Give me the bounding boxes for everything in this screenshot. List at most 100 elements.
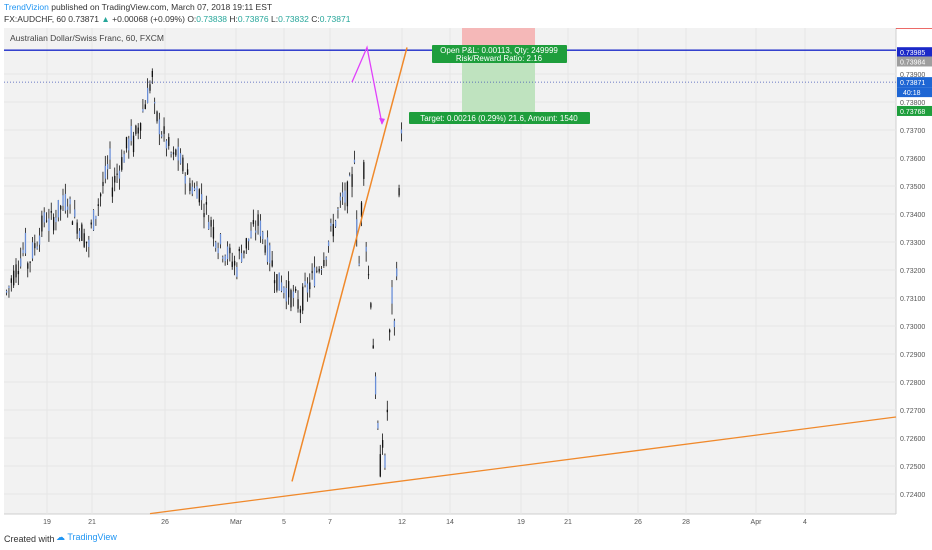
open-label: O: (187, 14, 197, 24)
candle-body (297, 299, 299, 309)
candle-body (344, 190, 346, 203)
candle-body (198, 189, 200, 203)
candle-body (13, 270, 15, 286)
time-tick-label: 28 (682, 519, 690, 526)
candle-body (217, 248, 219, 254)
candle-body (318, 268, 320, 272)
candle-body (48, 218, 50, 231)
candle-body (71, 221, 74, 225)
price-tick-label: 0.73800 (900, 100, 925, 107)
candle-body (67, 206, 69, 210)
price-tick-label: 0.72700 (900, 408, 925, 415)
candle-body (266, 237, 269, 262)
price-tick-label: 0.72600 (900, 436, 925, 443)
candle-body (280, 282, 283, 291)
candle-body (229, 247, 231, 254)
change-arrow-icon: ▲ (101, 14, 110, 24)
price-tag-label: 0.73985 (900, 50, 925, 57)
candle-body (177, 146, 179, 161)
candle-body (276, 274, 278, 291)
price-tick-label: 0.73700 (900, 128, 925, 135)
candle-body (163, 126, 165, 134)
candle-body (203, 213, 205, 218)
long-position-tool[interactable] (462, 28, 535, 112)
candle-body (332, 224, 334, 237)
candle-body (10, 278, 12, 283)
candle-body (259, 220, 262, 237)
candle-body (257, 214, 259, 226)
candle-body (15, 264, 17, 278)
price-tick-label: 0.73400 (900, 212, 925, 219)
candle-body (184, 176, 186, 184)
candle-body (123, 154, 125, 163)
candle-body (222, 257, 224, 259)
candle-body (295, 289, 297, 291)
candle-body (24, 232, 27, 254)
candle-body (241, 253, 243, 262)
price-tick-label: 0.72500 (900, 464, 925, 471)
tradingview-label: TradingView (67, 532, 117, 542)
chart-header: TrendVizion published on TradingView.com… (0, 0, 932, 28)
candle-body (100, 193, 102, 197)
candle-body (320, 269, 323, 271)
price-tick-label: 0.73100 (900, 296, 925, 303)
candle-body (43, 212, 45, 223)
candle-body (142, 109, 144, 112)
price-tick-label: 0.73300 (900, 240, 925, 247)
candle-body (313, 267, 316, 287)
candle-body (53, 216, 55, 231)
price-chart[interactable]: Australian Dollar/Swiss Franc, 60, FXCM … (0, 28, 932, 528)
candle-body (109, 148, 111, 160)
candle-body (90, 222, 92, 225)
candle-body (323, 260, 325, 266)
candle-body (290, 290, 292, 308)
candle-body (372, 345, 374, 349)
candle-body (151, 70, 153, 77)
candle-body (147, 87, 149, 103)
candle-body (379, 454, 381, 477)
candle-body (158, 119, 161, 135)
candle-body (97, 204, 99, 206)
candle-body (389, 329, 391, 333)
time-tick-label: 21 (564, 519, 572, 526)
candle-body (189, 183, 191, 191)
price-tag-label: 0.73871 (900, 80, 925, 87)
time-tick-label: 21 (88, 519, 96, 526)
candle-body (226, 246, 229, 260)
candle-body (342, 192, 344, 197)
candle-body (304, 281, 306, 286)
candle-body (165, 140, 168, 149)
candle-body (210, 220, 212, 227)
candle-body (285, 287, 287, 302)
candle-body (325, 257, 327, 260)
symbol-label[interactable]: FX:AUDCHF, 60 (4, 14, 66, 24)
candle-body (288, 281, 290, 298)
candle-body (269, 245, 271, 264)
candle-body (139, 123, 142, 131)
candle-body (367, 274, 370, 276)
candle-body (132, 135, 135, 153)
candle-body (264, 245, 266, 253)
change-value: +0.00068 (+0.09%) (112, 14, 185, 24)
candle-body (107, 164, 109, 170)
candle-body (74, 209, 76, 217)
candle-body (27, 263, 29, 269)
candle-body (377, 422, 379, 429)
candle-body (386, 409, 388, 413)
candle-body (212, 227, 215, 239)
candle-body (191, 186, 193, 194)
candle-body (128, 138, 130, 151)
candle-body (83, 233, 85, 247)
candle-body (156, 111, 158, 122)
tradingview-logo[interactable]: ☁ TradingView (56, 532, 117, 543)
candle-body (339, 196, 341, 201)
candle-body (111, 187, 114, 197)
candle-body (233, 260, 236, 266)
candle-body (135, 125, 137, 134)
candle-body (57, 200, 59, 218)
candle-body (17, 271, 20, 275)
candle-body (309, 282, 311, 290)
candle-body (248, 238, 250, 242)
candle-body (208, 221, 210, 230)
author-link[interactable]: TrendVizion (4, 2, 49, 12)
